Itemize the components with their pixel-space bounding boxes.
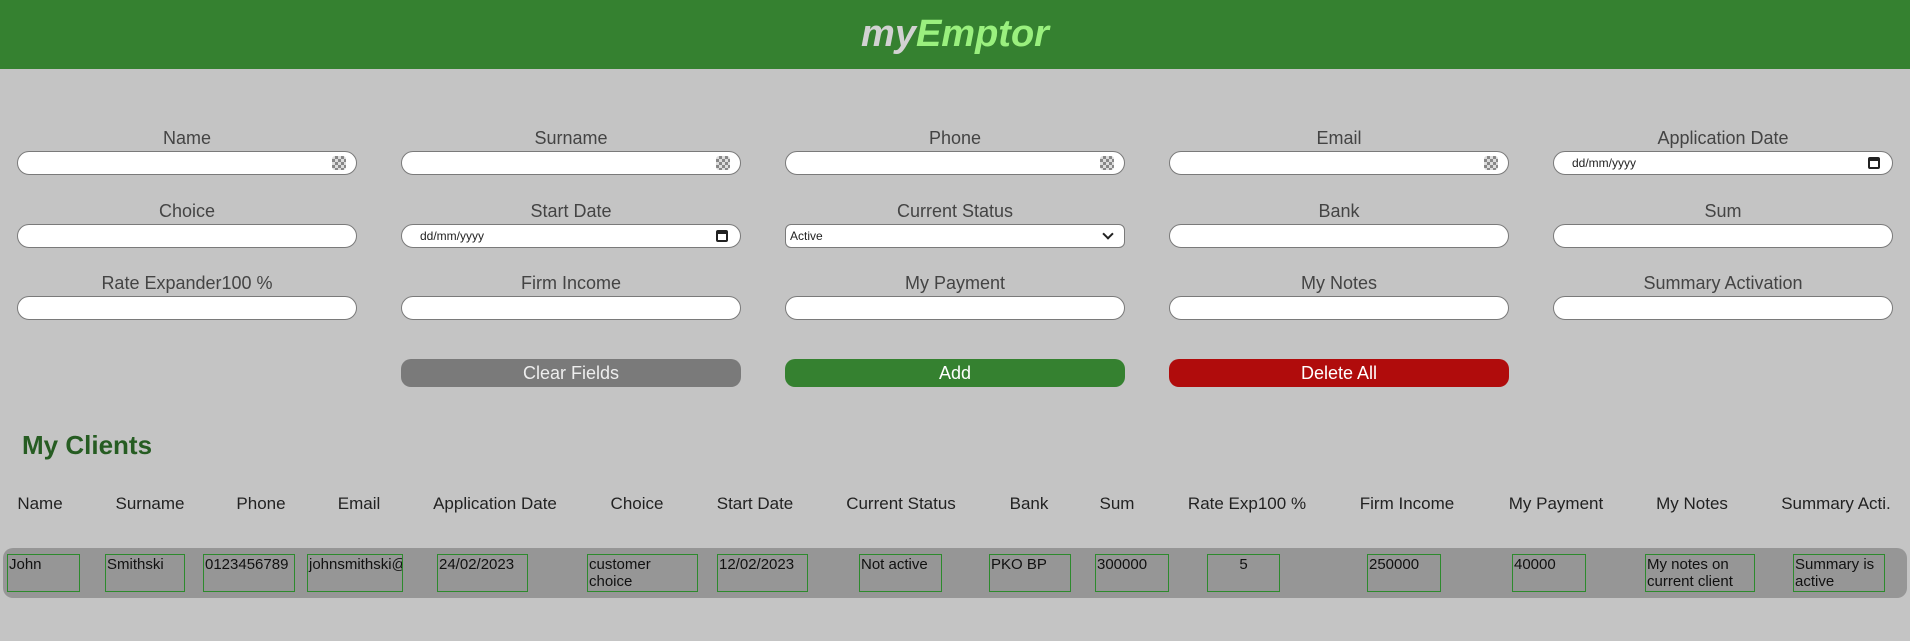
summary-activation-label: Summary Activation — [1643, 273, 1803, 293]
rate-expander-input[interactable] — [17, 296, 357, 320]
column-header-firm-income: Firm Income — [1359, 494, 1455, 513]
cell-phone: 0123456789 — [203, 554, 295, 592]
column-header-sum: Sum — [1099, 494, 1135, 513]
current-status-field-group: Current Status Active — [785, 200, 1125, 248]
my-notes-input[interactable] — [1169, 296, 1509, 320]
firm-income-label: Firm Income — [520, 273, 621, 293]
choice-input[interactable] — [17, 224, 357, 248]
application-date-label: Application Date — [1657, 128, 1789, 148]
logo-my: my — [861, 13, 916, 55]
sum-field-group: Sum — [1553, 200, 1893, 248]
phone-label: Phone — [928, 128, 982, 148]
cell-start-date: 12/02/2023 — [717, 554, 808, 592]
app-logo: myEmptor — [0, 10, 1910, 58]
autofill-icon[interactable] — [1484, 156, 1498, 170]
bank-label: Bank — [1318, 201, 1360, 221]
cell-my-notes: My notes on current client — [1645, 554, 1755, 592]
column-header-summary-activation: Summary Acti. — [1781, 494, 1891, 513]
name-label: Name — [162, 128, 211, 148]
column-header-current-status: Current Status — [846, 494, 956, 513]
start-date-input[interactable]: dd/mm/yyyy — [401, 224, 741, 248]
cell-firm-income: 250000 — [1367, 554, 1441, 592]
bank-field-group: Bank — [1169, 200, 1509, 248]
email-label: Email — [1316, 128, 1362, 148]
column-header-choice: Choice — [610, 494, 664, 513]
rate-expander-field-group: Rate Expander100 % — [17, 272, 357, 320]
surname-field-group: Surname — [401, 127, 741, 175]
cell-application-date: 24/02/2023 — [437, 554, 528, 592]
delete-all-button[interactable]: Delete All — [1169, 359, 1509, 387]
start-date-label: Start Date — [530, 201, 612, 221]
my-payment-field-group: My Payment — [785, 272, 1125, 320]
autofill-icon[interactable] — [332, 156, 346, 170]
column-header-my-payment: My Payment — [1508, 494, 1604, 513]
cell-current-status: Not active — [859, 554, 942, 592]
column-header-name: Name — [17, 494, 63, 513]
cell-email: johnsmithski@gmail.com — [307, 554, 403, 592]
column-header-my-notes: My Notes — [1656, 494, 1728, 513]
application-date-field-group: Application Date dd/mm/yyyy — [1553, 127, 1893, 175]
current-status-select[interactable]: Active — [785, 224, 1125, 248]
summary-activation-input[interactable] — [1553, 296, 1893, 320]
phone-input[interactable] — [785, 151, 1125, 175]
column-header-surname: Surname — [115, 494, 185, 513]
application-date-input[interactable]: dd/mm/yyyy — [1553, 151, 1893, 175]
column-header-application-date: Application Date — [433, 494, 557, 513]
calendar-icon[interactable] — [1868, 157, 1880, 169]
surname-label: Surname — [534, 128, 608, 148]
cell-bank: PKO BP — [989, 554, 1071, 592]
autofill-icon[interactable] — [1100, 156, 1114, 170]
name-field-group: Name — [17, 127, 357, 175]
app-header: myEmptor — [0, 0, 1910, 69]
column-header-start-date: Start Date — [716, 494, 794, 513]
my-notes-label: My Notes — [1300, 273, 1378, 293]
column-header-bank: Bank — [1009, 494, 1049, 513]
cell-name: John — [7, 554, 80, 592]
summary-activation-field-group: Summary Activation — [1553, 272, 1893, 320]
sum-input[interactable] — [1553, 224, 1893, 248]
logo-emptor: Emptor — [915, 13, 1049, 55]
column-header-phone: Phone — [236, 494, 286, 513]
email-input[interactable] — [1169, 151, 1509, 175]
cell-summary-activation: Summary is active — [1793, 554, 1885, 592]
column-header-email: Email — [337, 494, 381, 513]
my-payment-label: My Payment — [904, 273, 1006, 293]
choice-field-group: Choice — [17, 200, 357, 248]
firm-income-field-group: Firm Income — [401, 272, 741, 320]
current-status-selected: Active — [790, 229, 823, 243]
cell-surname: Smithski — [105, 554, 185, 592]
column-header-rate-exp: Rate Exp100 % — [1187, 494, 1307, 513]
start-date-placeholder: dd/mm/yyyy — [420, 229, 485, 243]
cell-choice: customer choice — [587, 554, 698, 592]
my-clients-title: My Clients — [22, 430, 153, 460]
clear-fields-button[interactable]: Clear Fields — [401, 359, 741, 387]
email-field-group: Email — [1169, 127, 1509, 175]
my-notes-field-group: My Notes — [1169, 272, 1509, 320]
my-payment-input[interactable] — [785, 296, 1125, 320]
current-status-label: Current Status — [896, 201, 1014, 221]
surname-input[interactable] — [401, 151, 741, 175]
bank-input[interactable] — [1169, 224, 1509, 248]
cell-rate-exp: 5 — [1207, 554, 1280, 592]
phone-field-group: Phone — [785, 127, 1125, 175]
autofill-icon[interactable] — [716, 156, 730, 170]
cell-my-payment: 40000 — [1512, 554, 1586, 592]
name-input[interactable] — [17, 151, 357, 175]
calendar-icon[interactable] — [716, 230, 728, 242]
sum-label: Sum — [1704, 201, 1742, 221]
add-button[interactable]: Add — [785, 359, 1125, 387]
chevron-down-icon — [1102, 228, 1114, 240]
application-date-placeholder: dd/mm/yyyy — [1572, 156, 1637, 170]
rate-expander-label: Rate Expander100 % — [101, 273, 273, 293]
firm-income-input[interactable] — [401, 296, 741, 320]
cell-sum: 300000 — [1095, 554, 1169, 592]
choice-label: Choice — [158, 201, 216, 221]
start-date-field-group: Start Date dd/mm/yyyy — [401, 200, 741, 248]
